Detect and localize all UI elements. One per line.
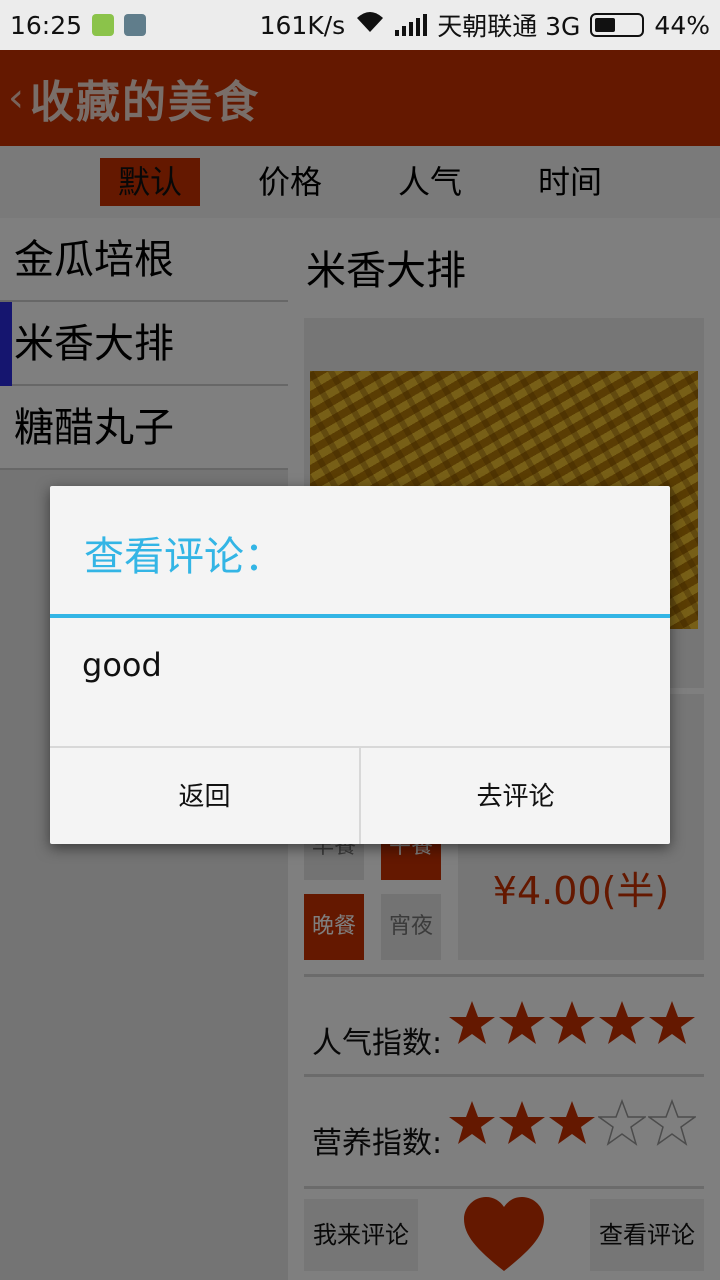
app-notification-icon <box>124 14 147 36</box>
status-time: 16:25 <box>10 10 83 40</box>
comment-text: good <box>82 646 162 684</box>
carrier-label: 天朝联通 3G <box>437 12 581 41</box>
status-bar: 16:25 161K/s 天朝联通 3G 44% <box>0 0 720 50</box>
go-comment-button[interactable]: 去评论 <box>359 748 670 844</box>
dialog-buttons: 返回 去评论 <box>50 746 670 844</box>
dialog-divider <box>50 614 670 618</box>
back-button[interactable]: 返回 <box>50 748 359 844</box>
battery-level: 44% <box>654 10 710 40</box>
app-notification-icon <box>92 14 115 36</box>
battery-icon <box>590 13 645 37</box>
signal-icon <box>395 14 428 36</box>
dialog-title: 查看评论： <box>84 534 284 580</box>
network-speed: 161K/s <box>259 10 346 40</box>
comments-dialog: 查看评论： good 返回 去评论 <box>50 486 670 844</box>
wifi-icon <box>355 10 385 40</box>
modal-backdrop[interactable] <box>0 50 720 146</box>
